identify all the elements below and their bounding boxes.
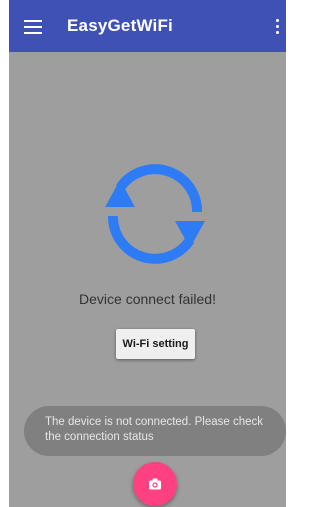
more-vert-icon[interactable] bbox=[276, 19, 280, 35]
camera-fab-button[interactable] bbox=[133, 462, 177, 506]
app-screen: EasyGetWiFi Device connect failed! Wi-Fi… bbox=[9, 0, 286, 507]
wifi-setting-button[interactable]: Wi-Fi setting bbox=[116, 329, 195, 359]
hamburger-menu-icon[interactable] bbox=[24, 20, 42, 34]
camera-icon bbox=[149, 478, 161, 490]
connection-status-text: Device connect failed! bbox=[79, 291, 216, 307]
app-title: EasyGetWiFi bbox=[67, 16, 173, 35]
sync-icon bbox=[105, 164, 205, 264]
toast-message: The device is not connected. Please chec… bbox=[24, 406, 286, 456]
app-bar: EasyGetWiFi bbox=[9, 0, 286, 52]
